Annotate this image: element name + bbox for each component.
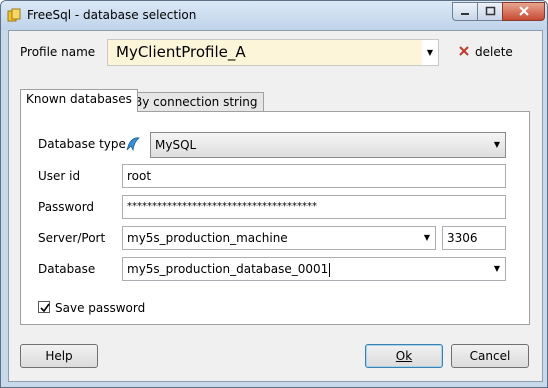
dialog-client-area: Profile name MyClientProfile_A ▼ delete … bbox=[8, 30, 543, 382]
server-port-label: Server/Port bbox=[38, 231, 106, 245]
close-window-button[interactable] bbox=[502, 2, 545, 21]
server-combobox[interactable]: my5s_production_machine ▼ bbox=[122, 226, 436, 250]
database-label: Database bbox=[38, 262, 96, 276]
database-value: my5s_production_database_0001 bbox=[127, 262, 329, 276]
minimize-button[interactable] bbox=[452, 2, 478, 21]
password-label: Password bbox=[38, 200, 95, 214]
window-title: FreeSql - database selection bbox=[27, 8, 197, 22]
text-caret bbox=[329, 262, 331, 277]
help-button[interactable]: Help bbox=[20, 344, 98, 368]
profile-name-label: Profile name bbox=[20, 45, 96, 59]
tab-known-databases[interactable]: Known databases bbox=[20, 89, 138, 112]
save-password-label[interactable]: Save password bbox=[55, 301, 145, 315]
ok-button-label: Ok bbox=[395, 349, 413, 363]
maximize-button[interactable] bbox=[477, 2, 503, 21]
server-value: my5s_production_machine bbox=[127, 231, 288, 245]
database-combobox[interactable]: my5s_production_database_0001 ▼ bbox=[122, 257, 506, 281]
chevron-down-icon[interactable]: ▼ bbox=[419, 227, 435, 249]
database-type-label: Database type bbox=[38, 137, 126, 151]
chevron-down-icon[interactable]: ▼ bbox=[422, 40, 438, 65]
chevron-down-icon[interactable]: ▼ bbox=[489, 258, 505, 280]
delete-label: delete bbox=[475, 45, 513, 59]
cancel-button-label: Cancel bbox=[469, 349, 511, 363]
user-id-label: User id bbox=[38, 169, 81, 183]
chevron-down-icon[interactable]: ▼ bbox=[489, 133, 505, 157]
user-id-input[interactable]: root bbox=[122, 164, 506, 188]
database-type-select[interactable]: MySQL ▼ bbox=[150, 132, 506, 158]
password-input[interactable]: ************************************** bbox=[122, 195, 506, 219]
ok-button[interactable]: Ok bbox=[365, 344, 443, 368]
profile-name-combobox[interactable]: MyClientProfile_A ▼ bbox=[107, 39, 439, 66]
delete-profile-button[interactable]: delete bbox=[459, 45, 513, 59]
database-type-value: MySQL bbox=[155, 138, 197, 152]
tab-by-connection-string[interactable]: By connection string bbox=[128, 92, 264, 113]
title-bar[interactable]: FreeSql - database selection bbox=[1, 1, 547, 30]
cancel-button[interactable]: Cancel bbox=[451, 344, 529, 368]
save-password-checkbox[interactable] bbox=[38, 301, 50, 313]
profile-name-value: MyClientProfile_A bbox=[116, 43, 246, 61]
database-type-icon bbox=[125, 135, 141, 156]
dialog-window: FreeSql - database selection Profile nam… bbox=[0, 0, 548, 388]
delete-x-icon bbox=[459, 45, 469, 59]
port-input[interactable]: 3306 bbox=[442, 226, 506, 250]
app-icon bbox=[7, 8, 21, 22]
